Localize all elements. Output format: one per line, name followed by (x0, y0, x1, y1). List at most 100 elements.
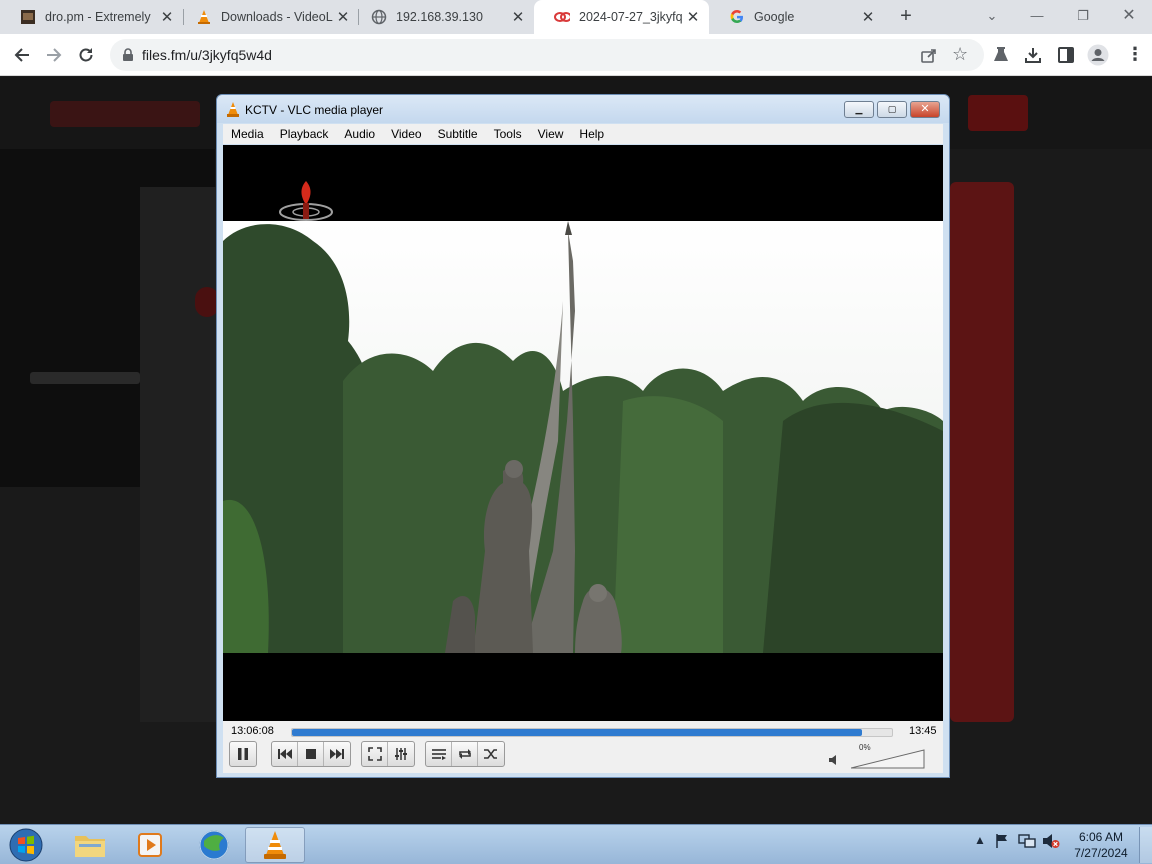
volume-slider[interactable] (851, 749, 925, 769)
pause-icon (238, 748, 248, 760)
vlc-control-panel: 13:06:08 13:45 0% (223, 721, 943, 773)
close-tab-icon[interactable]: ✕ (858, 8, 878, 26)
reload-icon[interactable] (73, 42, 99, 68)
playlist-button-group (425, 741, 505, 767)
dro-favicon (20, 9, 36, 25)
fullscreen-icon (367, 747, 382, 761)
address-bar[interactable]: files.fm/u/3jkyfq5w4d ☆ (110, 39, 984, 71)
skip-forward-icon (330, 749, 344, 759)
speaker-icon[interactable] (829, 752, 839, 770)
action-center-flag-icon[interactable] (994, 833, 1010, 852)
back-arrow-icon[interactable] (9, 42, 35, 68)
extension-icon[interactable] (992, 46, 1010, 69)
globe-icon (371, 9, 387, 25)
browser-toolbar: files.fm/u/3jkyfq5w4d ☆ ⋮ (0, 34, 1152, 76)
tab-title: Google (754, 10, 795, 24)
fullscreen-button[interactable] (362, 742, 388, 766)
seek-bar[interactable] (291, 728, 893, 737)
profile-avatar-icon[interactable] (1087, 44, 1109, 71)
kctv-channel-logo (279, 181, 333, 221)
view-button-group (361, 741, 415, 767)
close-window-icon[interactable]: ✕ (1115, 5, 1143, 27)
next-button[interactable] (324, 742, 350, 766)
show-desktop-button[interactable] (1139, 827, 1152, 863)
forward-arrow-icon[interactable] (41, 42, 67, 68)
start-button[interactable] (6, 828, 44, 862)
url-text[interactable]: files.fm/u/3jkyfq5w4d (142, 47, 272, 63)
tab-title: 192.168.39.130 (396, 10, 483, 24)
system-clock[interactable]: 6:06 AM 7/27/2024 (1060, 829, 1142, 861)
page-placeholder-bar (30, 372, 140, 384)
close-tab-icon[interactable]: ✕ (333, 8, 353, 26)
remaining-time[interactable]: 13:45 (909, 725, 937, 737)
tab-ip-address[interactable]: 192.168.39.130 ✕ (351, 0, 534, 34)
shuffle-icon (484, 749, 497, 759)
tab-search-icon[interactable]: ⌄ (978, 5, 1006, 27)
previous-button[interactable] (272, 742, 298, 766)
pause-button[interactable] (229, 741, 257, 767)
video-area[interactable] (223, 145, 943, 721)
seek-bar-progress (292, 729, 862, 736)
shuffle-button[interactable] (478, 742, 504, 766)
show-hidden-icons[interactable]: ▲ (974, 833, 986, 847)
tab-title: dro.pm - Extremely (45, 10, 151, 24)
vlc-cone-icon (264, 831, 286, 859)
tab-title: 2024-07-27_3jkyfq5 (579, 10, 683, 24)
more-menu-icon[interactable]: ⋮ (1126, 44, 1144, 65)
taskbar-explorer[interactable] (60, 827, 120, 863)
stop-button[interactable] (298, 742, 324, 766)
menu-tools[interactable]: Tools (494, 127, 522, 141)
playlist-icon (431, 749, 446, 760)
vlc-minimize-button[interactable]: ▁ (844, 101, 874, 118)
menu-audio[interactable]: Audio (344, 127, 375, 141)
new-tab-button[interactable]: + (894, 5, 918, 29)
volume-muted-icon[interactable] (1042, 833, 1060, 852)
taskbar: ▲ 6:06 AM 7/27/2024 (0, 824, 1152, 864)
taskbar-media-player[interactable] (120, 827, 180, 863)
stop-icon (305, 749, 316, 759)
loop-button[interactable] (452, 742, 478, 766)
network-icon[interactable] (1018, 833, 1036, 852)
close-tab-icon[interactable]: ✕ (683, 8, 703, 26)
clock-date: 7/27/2024 (1074, 846, 1128, 860)
vlc-maximize-button[interactable]: ▢ (877, 101, 907, 118)
menu-playback[interactable]: Playback (280, 127, 329, 141)
playback-button-group (271, 741, 351, 767)
vlc-cone-icon (196, 9, 212, 25)
tab-files-fm[interactable]: 2024-07-27_3jkyfq5 ✕ (534, 0, 709, 34)
windows-logo-icon (9, 828, 43, 862)
playlist-button[interactable] (426, 742, 452, 766)
vlc-cone-icon (226, 102, 240, 122)
menu-subtitle[interactable]: Subtitle (438, 127, 478, 141)
share-icon[interactable] (920, 46, 938, 69)
site-logo (50, 101, 200, 127)
close-tab-icon[interactable]: ✕ (157, 8, 177, 26)
extended-settings-button[interactable] (388, 742, 414, 766)
page-action-button (968, 95, 1028, 131)
restore-icon[interactable]: ❐ (1069, 5, 1097, 27)
taskbar-vlc[interactable] (245, 827, 305, 863)
tab-strip: dro.pm - Extremely ✕ Downloads - VideoL … (0, 0, 1152, 34)
side-panel-icon[interactable] (1057, 46, 1075, 69)
skip-back-icon (277, 749, 292, 759)
minimize-icon[interactable]: — (1023, 5, 1051, 27)
menu-video[interactable]: Video (391, 127, 421, 141)
download-icon[interactable] (1024, 46, 1042, 69)
menu-media[interactable]: Media (231, 127, 264, 141)
lock-icon[interactable] (122, 48, 134, 67)
menu-view[interactable]: View (538, 127, 564, 141)
tab-downloads-videolan[interactable]: Downloads - VideoL ✕ (176, 0, 359, 34)
bookmark-star-icon[interactable]: ☆ (952, 44, 968, 65)
vlc-close-button[interactable]: ✕ (910, 101, 940, 118)
close-tab-icon[interactable]: ✕ (508, 8, 528, 26)
equalizer-icon (395, 748, 407, 760)
page-card (140, 187, 220, 722)
video-frame-scene (223, 221, 943, 653)
browser-globe-icon (199, 830, 229, 860)
menu-help[interactable]: Help (579, 127, 604, 141)
vlc-title-bar[interactable]: KCTV - VLC media player ▁ ▢ ✕ (217, 95, 949, 123)
clock-time: 6:06 AM (1078, 830, 1124, 844)
taskbar-browser[interactable] (184, 827, 244, 863)
tab-dro-pm[interactable]: dro.pm - Extremely ✕ (0, 0, 183, 34)
tab-google[interactable]: Google ✕ (709, 0, 884, 34)
